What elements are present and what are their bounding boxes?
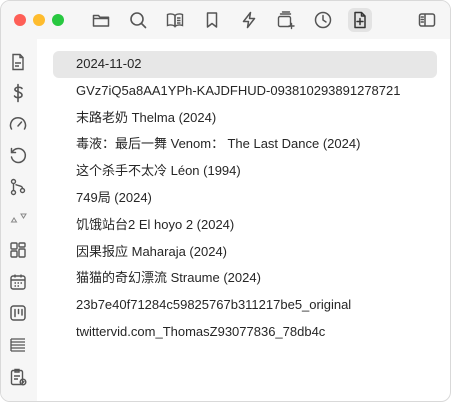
- bookmark-icon[interactable]: [200, 8, 224, 32]
- document-icon[interactable]: [7, 51, 29, 73]
- list-item[interactable]: 23b7e40f71284c59825767b311217be5_origina…: [53, 292, 437, 319]
- list-icon[interactable]: [7, 334, 29, 356]
- close-window-button[interactable]: [14, 14, 26, 26]
- bolt-icon[interactable]: [237, 8, 261, 32]
- list-item[interactable]: 因果报应 Maharaja (2024): [53, 239, 437, 266]
- list-item[interactable]: 749局 (2024): [53, 185, 437, 212]
- zoom-window-button[interactable]: [52, 14, 64, 26]
- file-plus-icon[interactable]: [348, 8, 372, 32]
- list-item[interactable]: 末路老奶 Thelma (2024): [53, 105, 437, 132]
- list-item[interactable]: 2024-11-02: [53, 51, 437, 78]
- app-window: 2024-11-02 GVz7iQ5a8AA1YPh-KAJDFHUD-09381…: [0, 0, 451, 402]
- dollar-icon[interactable]: [7, 82, 29, 104]
- triangle-icon[interactable]: [7, 207, 29, 229]
- title-bar: [1, 1, 450, 39]
- add-to-list-icon[interactable]: [274, 8, 298, 32]
- gauge-icon[interactable]: [7, 113, 29, 135]
- clock-icon[interactable]: [311, 8, 335, 32]
- sidebar: [1, 39, 37, 401]
- minimize-window-button[interactable]: [33, 14, 45, 26]
- clipboard-icon[interactable]: [7, 366, 29, 388]
- grid-icon[interactable]: [7, 239, 29, 261]
- list-item[interactable]: 猫猫的奇幻漂流 Straume (2024): [53, 265, 437, 292]
- calendar-icon[interactable]: [7, 271, 29, 293]
- list-item[interactable]: 饥饿站台2 El hoyo 2 (2024): [53, 212, 437, 239]
- list-item[interactable]: twittervid.com_ThomasZ93077836_78db4c: [53, 319, 437, 346]
- sidebar-toggle-icon[interactable]: [415, 8, 439, 32]
- refresh-icon[interactable]: [7, 144, 29, 166]
- reader-icon[interactable]: [163, 8, 187, 32]
- folder-icon[interactable]: [89, 8, 113, 32]
- board-icon[interactable]: [7, 302, 29, 324]
- file-list: 2024-11-02 GVz7iQ5a8AA1YPh-KAJDFHUD-09381…: [53, 51, 437, 346]
- list-item[interactable]: 这个杀手不太冷 Léon (1994): [53, 158, 437, 185]
- search-icon[interactable]: [126, 8, 150, 32]
- branch-icon[interactable]: [7, 176, 29, 198]
- list-item[interactable]: 毒液：最后一舞 Venom： The Last Dance (2024): [53, 131, 437, 158]
- list-item[interactable]: GVz7iQ5a8AA1YPh-KAJDFHUD-093810293891278…: [53, 78, 437, 105]
